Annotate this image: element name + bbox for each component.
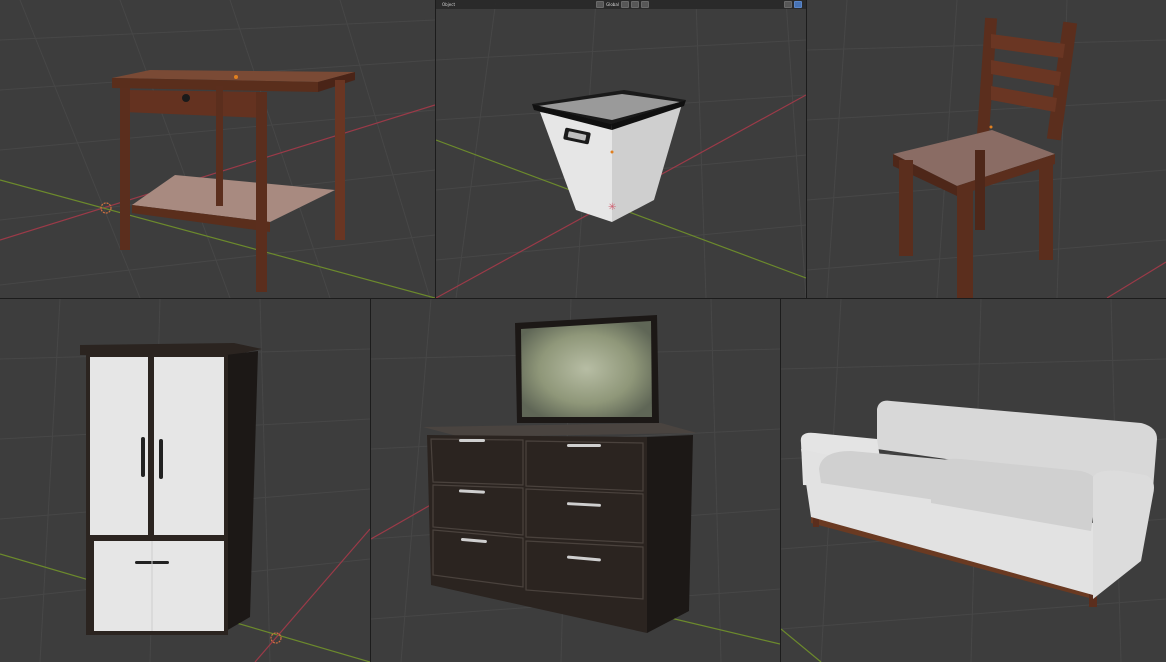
viewport-shading-icon[interactable] [794, 1, 803, 8]
viewport-canvas[interactable] [0, 0, 435, 298]
area-divider[interactable] [0, 298, 1166, 299]
gizmo-icon[interactable] [784, 1, 793, 8]
origin-icon [989, 125, 993, 129]
blender-viewport-grid: ✳ Object Global [0, 0, 1166, 662]
viewport-header: Object Global [436, 0, 806, 9]
area-divider[interactable] [806, 0, 807, 298]
header-right-tools [784, 1, 806, 8]
viewport-dresser[interactable] [371, 299, 780, 662]
viewport-wardrobe[interactable] [0, 299, 370, 662]
viewport-canvas[interactable] [371, 299, 780, 662]
y-axis-line [781, 628, 822, 662]
x-axis-line [1106, 261, 1166, 298]
viewport-canvas[interactable] [0, 299, 370, 662]
snap-icon[interactable] [620, 1, 629, 8]
proportional-icon[interactable] [630, 1, 639, 8]
dresser-model[interactable] [423, 315, 697, 633]
viewport-waste-basket[interactable]: ✳ Object Global [436, 0, 806, 298]
sofa-model[interactable] [800, 400, 1157, 607]
transform-pivot-icon[interactable] [596, 1, 605, 8]
origin-icon [610, 150, 614, 154]
mode-label[interactable]: Object [436, 2, 461, 7]
viewport-canvas[interactable] [807, 0, 1166, 298]
area-divider[interactable] [780, 299, 781, 662]
wardrobe-model[interactable] [80, 343, 262, 635]
light-icon: ✳ [608, 202, 616, 213]
area-divider[interactable] [370, 299, 371, 662]
pivot-label[interactable]: Global [606, 2, 619, 7]
viewport-chair[interactable] [807, 0, 1166, 298]
x-axis-line [254, 528, 370, 662]
area-divider[interactable] [435, 0, 436, 298]
chair-model[interactable] [893, 17, 1078, 298]
viewport-canvas[interactable]: ✳ [436, 0, 806, 298]
side-table-model[interactable] [112, 70, 355, 292]
viewport-canvas[interactable] [781, 299, 1166, 662]
overlay-icon[interactable] [640, 1, 649, 8]
header-tools: Global [596, 1, 649, 8]
viewport-sofa[interactable] [781, 299, 1166, 662]
viewport-side-table[interactable] [0, 0, 435, 298]
origin-icon [234, 75, 238, 79]
